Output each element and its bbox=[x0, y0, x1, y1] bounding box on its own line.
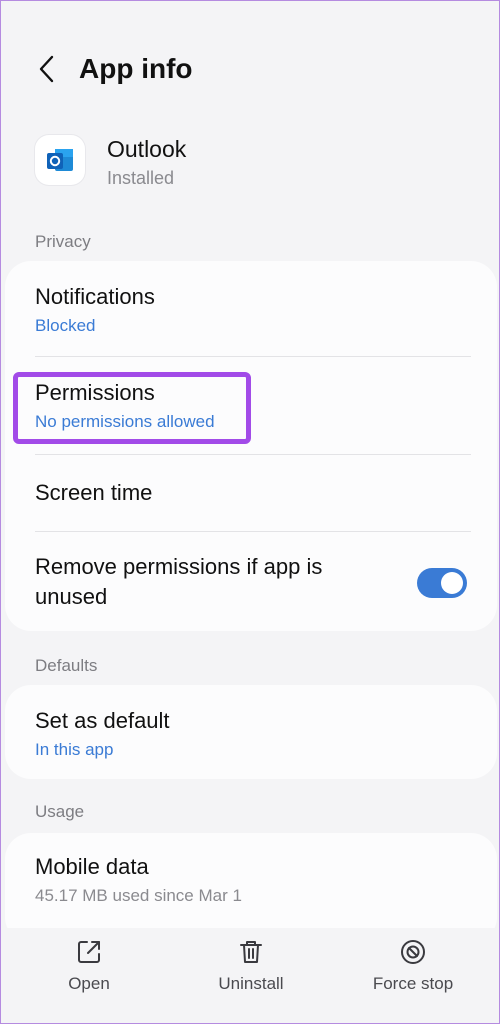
permissions-highlight bbox=[13, 372, 251, 444]
uninstall-label: Uninstall bbox=[218, 974, 284, 993]
force-stop-label: Force stop bbox=[372, 974, 454, 993]
trash-icon bbox=[240, 941, 262, 963]
section-label-privacy: Privacy bbox=[35, 232, 91, 251]
force-stop-icon bbox=[401, 940, 425, 964]
force-stop-button[interactable]: Force stop bbox=[343, 938, 483, 994]
divider bbox=[35, 454, 471, 455]
remove-unused-title-line1: Remove permissions if app is bbox=[35, 554, 323, 579]
uninstall-button[interactable]: Uninstall bbox=[181, 938, 321, 994]
remove-unused-row[interactable]: Remove permissions if app is unused bbox=[35, 553, 387, 611]
back-arrow-icon bbox=[39, 55, 54, 83]
open-button[interactable]: Open bbox=[19, 938, 159, 994]
notifications-status: Blocked bbox=[35, 316, 96, 335]
set-default-row[interactable]: Set as default In this app bbox=[35, 707, 467, 761]
toggle-knob bbox=[441, 572, 463, 594]
open-label: Open bbox=[68, 974, 110, 993]
section-label-defaults: Defaults bbox=[35, 656, 98, 675]
divider bbox=[35, 356, 471, 357]
mobile-data-row[interactable]: Mobile data 45.17 MB used since Mar 1 bbox=[35, 853, 467, 907]
mobile-data-usage: 45.17 MB used since Mar 1 bbox=[35, 886, 242, 905]
remove-unused-title-line2: unused bbox=[35, 584, 108, 609]
set-default-title: Set as default bbox=[35, 708, 170, 733]
open-external-icon bbox=[78, 941, 100, 963]
bottom-action-bar: Open Uninstall Force stop bbox=[1, 928, 499, 1023]
header: App info bbox=[1, 41, 499, 97]
screen-time-row[interactable]: Screen time bbox=[35, 479, 467, 507]
screen-time-title: Screen time bbox=[35, 480, 153, 505]
back-button[interactable] bbox=[29, 51, 65, 87]
set-default-status: In this app bbox=[35, 740, 114, 759]
notifications-title: Notifications bbox=[35, 284, 155, 309]
privacy-card: Notifications Blocked Permissions No per… bbox=[5, 261, 497, 631]
page-title: App info bbox=[79, 53, 193, 84]
defaults-card: Set as default In this app bbox=[5, 685, 497, 779]
remove-unused-toggle[interactable] bbox=[417, 568, 467, 598]
mobile-data-title: Mobile data bbox=[35, 854, 149, 879]
app-name: Outlook bbox=[107, 136, 187, 162]
divider bbox=[35, 531, 471, 532]
section-label-usage: Usage bbox=[35, 802, 85, 821]
outlook-icon bbox=[35, 135, 85, 185]
app-status: Installed bbox=[107, 168, 175, 188]
notifications-row[interactable]: Notifications Blocked bbox=[35, 283, 467, 337]
app-header: Outlook Installed bbox=[35, 135, 475, 195]
usage-card: Mobile data 45.17 MB used since Mar 1 bbox=[5, 833, 497, 943]
